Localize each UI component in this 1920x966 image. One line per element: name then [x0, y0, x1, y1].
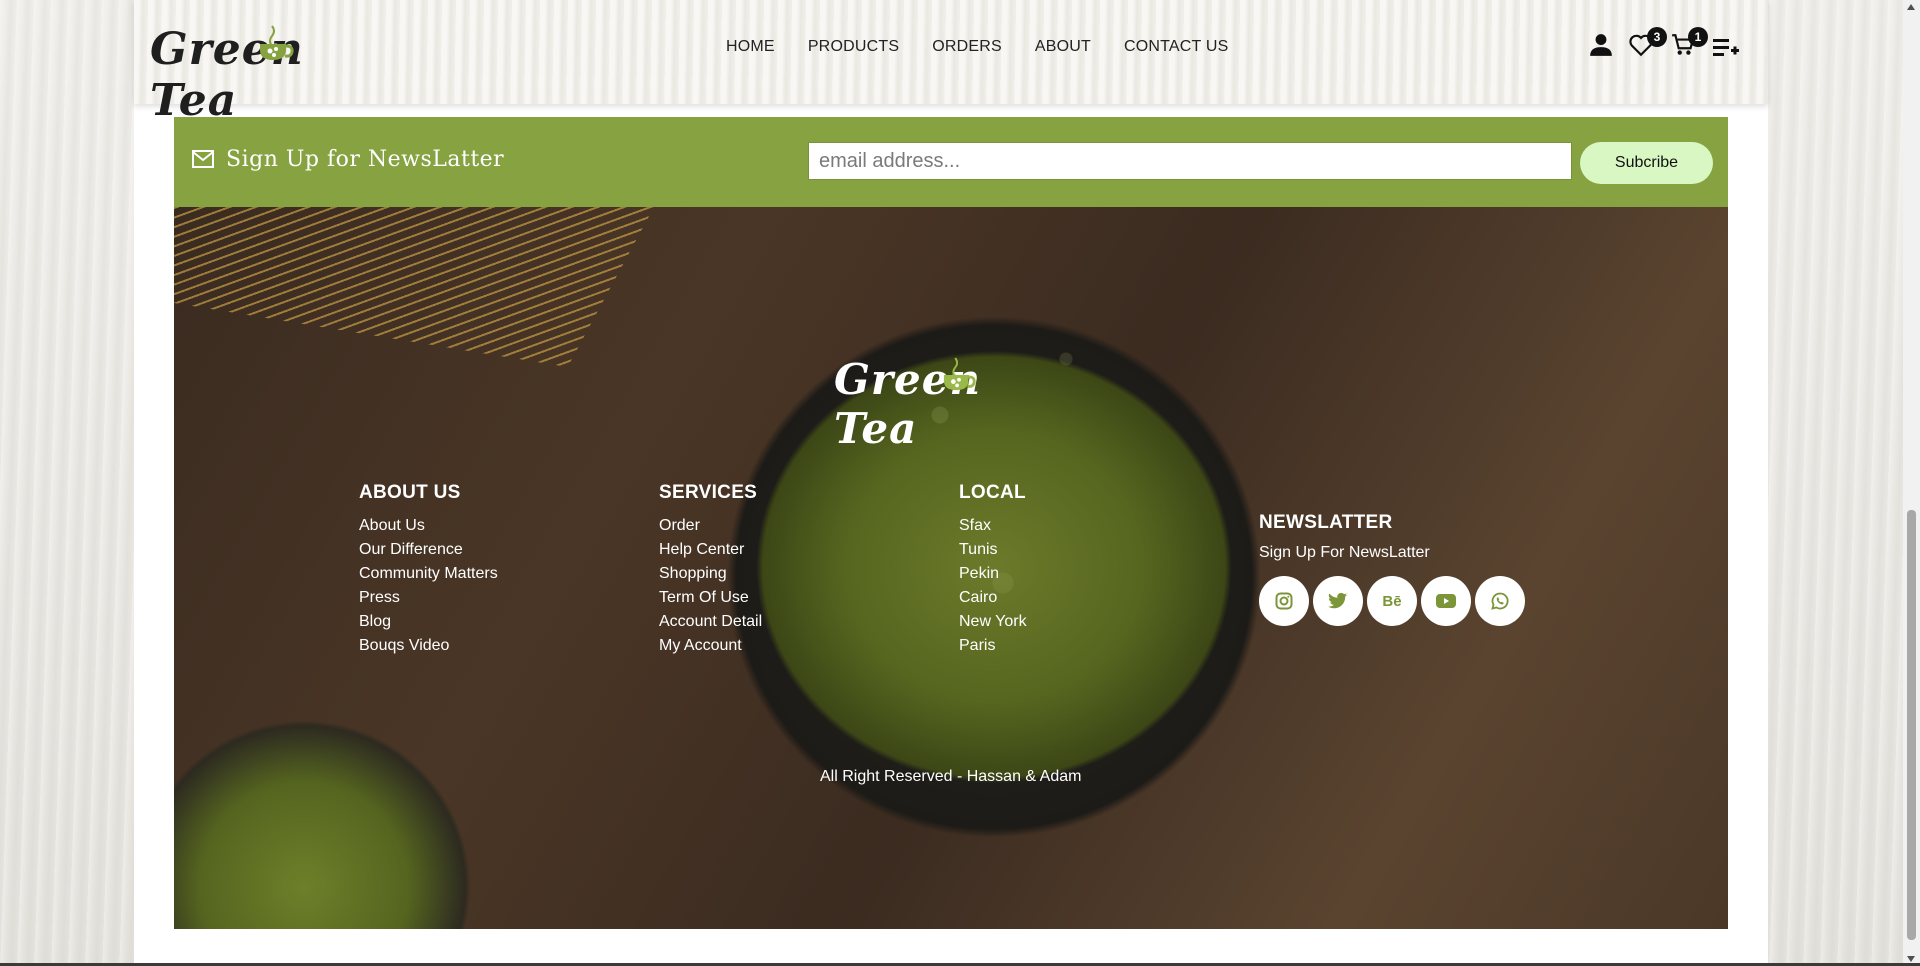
site-footer: Green Tea ABOUT US About Us Our Differen… [174, 207, 1728, 929]
footer-link-blog[interactable]: Blog [359, 610, 498, 634]
scrollbar-thumb[interactable] [1907, 510, 1916, 940]
whatsapp-icon[interactable] [1475, 576, 1525, 626]
newsletter-bar: Sign Up for NewsLatter Subcribe [174, 117, 1728, 207]
footer-link-sfax[interactable]: Sfax [959, 514, 1027, 538]
nav-contact-us[interactable]: CONTACT US [1124, 38, 1229, 56]
user-icon[interactable] [1588, 32, 1616, 60]
footer-services-column: SERVICES Order Help Center Shopping Term… [659, 482, 762, 658]
footer-local-column: LOCAL Sfax Tunis Pekin Cairo New York Pa… [959, 482, 1027, 658]
header-icons: 3 1 [1588, 27, 1768, 70]
copyright-text: All Right Reserved - Hassan & Adam [820, 768, 1082, 785]
footer-link-my-account[interactable]: My Account [659, 634, 762, 658]
matcha-whisk-image [174, 207, 654, 367]
footer-link-paris[interactable]: Paris [959, 634, 1027, 658]
subscribe-button[interactable]: Subcribe [1580, 142, 1713, 184]
instagram-icon[interactable] [1259, 576, 1309, 626]
footer-link-our-difference[interactable]: Our Difference [359, 538, 498, 562]
nav-products[interactable]: PRODUCTS [808, 38, 899, 56]
social-links: Bē [1259, 576, 1525, 626]
footer-link-tunis[interactable]: Tunis [959, 538, 1027, 562]
footer-link-term-of-use[interactable]: Term Of Use [659, 586, 762, 610]
newsletter-title: Sign Up for NewsLatter [226, 147, 505, 172]
scroll-down-arrow-icon[interactable] [1907, 956, 1915, 962]
footer-link-about-us[interactable]: About Us [359, 514, 498, 538]
wishlist-count-badge: 3 [1647, 27, 1667, 47]
footer-about-column: ABOUT US About Us Our Difference Communi… [359, 482, 498, 658]
footer-newsletter-column: NEWSLATTER Sign Up For NewsLatter Bē [1259, 512, 1525, 626]
footer-link-cairo[interactable]: Cairo [959, 586, 1027, 610]
footer-link-account-detail[interactable]: Account Detail [659, 610, 762, 634]
about-heading: ABOUT US [359, 482, 461, 503]
footer-link-community-matters[interactable]: Community Matters [359, 562, 498, 586]
local-heading: LOCAL [959, 482, 1026, 503]
footer-logo[interactable]: Green Tea [834, 355, 1064, 453]
main-nav: HOME PRODUCTS ORDERS ABOUT CONTACT US [726, 38, 1262, 56]
nav-about[interactable]: ABOUT [1035, 38, 1091, 56]
behance-icon[interactable]: Bē [1367, 576, 1417, 626]
newsletter-text: Sign Up For NewsLatter [1259, 544, 1430, 561]
nav-orders[interactable]: ORDERS [932, 38, 1002, 56]
twitter-icon[interactable] [1313, 576, 1363, 626]
teacup-icon [260, 25, 294, 60]
footer-link-new-york[interactable]: New York [959, 610, 1027, 634]
scroll-up-arrow-icon[interactable] [1907, 4, 1915, 10]
youtube-icon[interactable] [1421, 576, 1471, 626]
services-heading: SERVICES [659, 482, 758, 503]
newsletter-heading: NEWSLATTER [1259, 512, 1393, 533]
envelope-icon [192, 150, 214, 168]
footer-link-order[interactable]: Order [659, 514, 762, 538]
footer-link-help-center[interactable]: Help Center [659, 538, 762, 562]
site-header: Green Tea HOME PRODUCTS ORDERS ABOUT CON… [134, 0, 1768, 126]
footer-link-bouqs-video[interactable]: Bouqs Video [359, 634, 498, 658]
page-scrollbar[interactable] [1903, 0, 1920, 966]
nav-home[interactable]: HOME [726, 38, 775, 56]
teacup-icon [943, 357, 976, 391]
playlist-add-icon[interactable] [1712, 36, 1740, 64]
footer-link-pekin[interactable]: Pekin [959, 562, 1027, 586]
email-input[interactable] [808, 142, 1572, 180]
cart-count-badge: 1 [1688, 27, 1708, 47]
footer-link-press[interactable]: Press [359, 586, 498, 610]
footer-link-shopping[interactable]: Shopping [659, 562, 762, 586]
site-logo[interactable]: Green Tea [150, 18, 380, 126]
